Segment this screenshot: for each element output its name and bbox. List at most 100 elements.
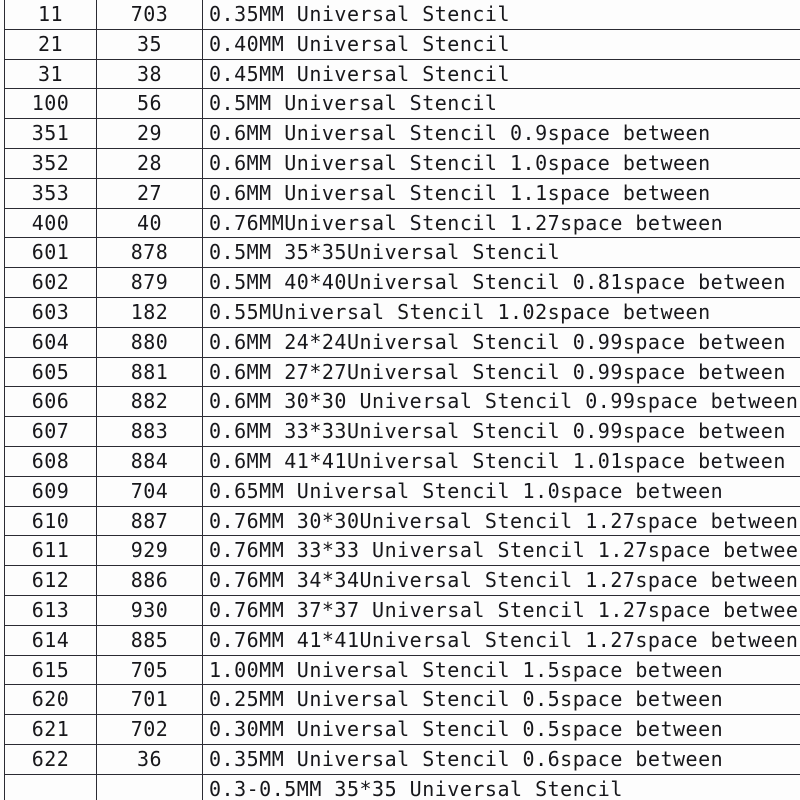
cell-code[interactable]: 21 xyxy=(4,28,97,60)
cell-quantity[interactable]: 36 xyxy=(96,743,203,775)
cell-code[interactable]: 609 xyxy=(4,475,97,507)
cell-description[interactable]: 0.45MM Universal Stencil xyxy=(202,58,800,90)
cell-description[interactable]: 0.40MM Universal Stencil xyxy=(202,28,800,60)
cell-description[interactable]: 0.76MM 33*33 Universal Stencil 1.27space… xyxy=(202,535,800,567)
cell-description[interactable]: 0.76MM 30*30Universal Stencil 1.27space … xyxy=(202,505,800,537)
cell-description[interactable]: 1.00MM Universal Stencil 1.5space betwee… xyxy=(202,654,800,686)
table-row[interactable]: 353 27 0.6MM Universal Stencil 1.1space be… xyxy=(4,177,800,209)
cell-description[interactable]: 0.76MMUniversal Stencil 1.27space betwee… xyxy=(202,207,800,239)
cell-description[interactable]: 0.65MM Universal Stencil 1.0space betwee… xyxy=(202,475,800,507)
table-row[interactable]: 11 703 0.35MM Universal Stencil xyxy=(4,0,800,30)
cell-quantity[interactable]: 29 xyxy=(96,118,203,149)
cell-code[interactable]: 353 xyxy=(4,177,97,209)
cell-code[interactable]: 100 xyxy=(4,88,97,120)
table-row[interactable]: 606 882 0.6MM 30*30 Universal Stencil 0.99… xyxy=(4,386,800,418)
table-row[interactable]: 609 704 0.65MM Universal Stencil 1.0space … xyxy=(4,475,800,507)
cell-code[interactable]: 602 xyxy=(4,267,97,298)
cell-quantity[interactable]: 56 xyxy=(96,88,203,120)
cell-quantity[interactable]: 703 xyxy=(96,0,203,30)
cell-quantity[interactable]: 886 xyxy=(96,565,203,596)
cell-description[interactable]: 0.6MM 30*30 Universal Stencil 0.99space … xyxy=(202,386,800,418)
cell-quantity[interactable]: 883 xyxy=(96,416,203,447)
table-row[interactable]: 614 885 0.76MM 41*41Universal Stencil 1.27… xyxy=(4,624,800,656)
cell-code[interactable]: 610 xyxy=(4,505,97,537)
table-row[interactable]: 603 182 0.55MUniversal Stencil 1.02space b… xyxy=(4,296,800,328)
cell-quantity[interactable]: 879 xyxy=(96,267,203,298)
cell-description[interactable]: 0.76MM 37*37 Universal Stencil 1.27space… xyxy=(202,594,800,626)
table-row[interactable]: 613 930 0.76MM 37*37 Universal Stencil 1.2… xyxy=(4,594,800,626)
cell-quantity[interactable]: 35 xyxy=(96,28,203,60)
cell-code[interactable]: 601 xyxy=(4,237,97,269)
cell-description[interactable]: 0.76MM 41*41Universal Stencil 1.27space … xyxy=(202,624,800,656)
cell-description[interactable]: 0.6MM 41*41Universal Stencil 1.01space b… xyxy=(202,445,800,477)
cell-code[interactable]: 607 xyxy=(4,416,97,447)
cell-description[interactable]: 0.55MUniversal Stencil 1.02space between xyxy=(202,296,800,328)
cell-quantity[interactable]: 704 xyxy=(96,475,203,507)
cell-code[interactable]: 620 xyxy=(4,684,97,716)
cell-code[interactable]: 622 xyxy=(4,743,97,775)
cell-quantity[interactable]: 182 xyxy=(96,296,203,328)
cell-quantity[interactable]: 38 xyxy=(96,58,203,90)
cell-quantity[interactable]: 885 xyxy=(96,624,203,656)
cell-code[interactable]: 614 xyxy=(4,624,97,656)
table-row[interactable]: 607 883 0.6MM 33*33Universal Stencil 0.99s… xyxy=(4,416,800,447)
table-row[interactable]: 100 56 0.5MM Universal Stencil xyxy=(4,88,800,120)
cell-description[interactable]: 0.76MM 34*34Universal Stencil 1.27space … xyxy=(202,565,800,596)
cell-quantity[interactable]: 705 xyxy=(96,654,203,686)
cell-code[interactable]: 613 xyxy=(4,594,97,626)
cell-quantity[interactable]: 27 xyxy=(96,177,203,209)
cell-description[interactable]: 0.6MM 27*27Universal Stencil 0.99space b… xyxy=(202,356,800,388)
cell-description[interactable]: 0.6MM Universal Stencil 0.9space between xyxy=(202,118,800,149)
cell-code[interactable]: 604 xyxy=(4,326,97,358)
cell-description[interactable]: 0.35MM Universal Stencil xyxy=(202,0,800,30)
cell-quantity[interactable]: 40 xyxy=(96,207,203,239)
cell-code[interactable]: 31 xyxy=(4,58,97,90)
cell-quantity[interactable]: 28 xyxy=(96,147,203,179)
cell-description[interactable]: 0.6MM Universal Stencil 1.0space between xyxy=(202,147,800,179)
cell-code[interactable]: 605 xyxy=(4,356,97,388)
table-row[interactable]: 31 38 0.45MM Universal Stencil xyxy=(4,58,800,90)
cell-code[interactable]: 608 xyxy=(4,445,97,477)
table-row[interactable]: 400 40 0.76MMUniversal Stencil 1.27space b… xyxy=(4,207,800,239)
cell-quantity[interactable]: 930 xyxy=(96,594,203,626)
table-row[interactable]: 608 884 0.6MM 41*41Universal Stencil 1.01s… xyxy=(4,445,800,477)
cell-description[interactable]: 0.30MM Universal Stencil 0.5space betwee… xyxy=(202,714,800,745)
cell-description[interactable]: 0.6MM 33*33Universal Stencil 0.99space b… xyxy=(202,416,800,447)
cell-description[interactable]: 0.5MM Universal Stencil xyxy=(202,88,800,120)
cell-code[interactable]: 400 xyxy=(4,207,97,239)
cell-description[interactable]: 0.25MM Universal Stencil 0.5space betwee… xyxy=(202,684,800,716)
table-row[interactable]: 604 880 0.6MM 24*24Universal Stencil 0.99s… xyxy=(4,326,800,358)
table-row[interactable]: 622 36 0.35MM Universal Stencil 0.6space b… xyxy=(4,743,800,775)
cell-quantity[interactable]: 878 xyxy=(96,237,203,269)
cell-description[interactable]: 0.6MM 24*24Universal Stencil 0.99space b… xyxy=(202,326,800,358)
cell-description[interactable]: 0.5MM 35*35Universal Stencil xyxy=(202,237,800,269)
cell-quantity[interactable]: 884 xyxy=(96,445,203,477)
cell-quantity[interactable]: 929 xyxy=(96,535,203,567)
table-row[interactable]: 611 929 0.76MM 33*33 Universal Stencil 1.2… xyxy=(4,535,800,567)
cell-description[interactable]: 0.6MM Universal Stencil 1.1space between xyxy=(202,177,800,209)
cell-code[interactable]: 606 xyxy=(4,386,97,418)
table-row[interactable]: 351 29 0.6MM Universal Stencil 0.9space be… xyxy=(4,118,800,149)
table-row[interactable]: 0.3-0.5MM 35*35 Universal Stencil xyxy=(4,773,800,800)
table-row[interactable]: 615 705 1.00MM Universal Stencil 1.5space … xyxy=(4,654,800,686)
table-row[interactable]: 352 28 0.6MM Universal Stencil 1.0space be… xyxy=(4,147,800,179)
cell-code[interactable]: 615 xyxy=(4,654,97,686)
cell-description[interactable]: 0.5MM 40*40Universal Stencil 0.81space b… xyxy=(202,267,800,298)
cell-code[interactable]: 621 xyxy=(4,714,97,745)
cell-code[interactable]: 612 xyxy=(4,565,97,596)
table-row[interactable]: 612 886 0.76MM 34*34Universal Stencil 1.27… xyxy=(4,565,800,596)
cell-description[interactable]: 0.3-0.5MM 35*35 Universal Stencil xyxy=(202,773,800,800)
cell-quantity[interactable]: 882 xyxy=(96,386,203,418)
cell-quantity[interactable]: 881 xyxy=(96,356,203,388)
cell-code[interactable]: 611 xyxy=(4,535,97,567)
cell-code[interactable]: 352 xyxy=(4,147,97,179)
cell-code[interactable] xyxy=(4,773,97,800)
table-row[interactable]: 21 35 0.40MM Universal Stencil xyxy=(4,28,800,60)
cell-quantity[interactable]: 887 xyxy=(96,505,203,537)
cell-code[interactable]: 11 xyxy=(4,0,97,30)
table-row[interactable]: 605 881 0.6MM 27*27Universal Stencil 0.99s… xyxy=(4,356,800,388)
table-row[interactable]: 621 702 0.30MM Universal Stencil 0.5space … xyxy=(4,714,800,745)
cell-quantity[interactable] xyxy=(96,773,203,800)
table-row[interactable]: 601 878 0.5MM 35*35Universal Stencil xyxy=(4,237,800,269)
table-row[interactable]: 620 701 0.25MM Universal Stencil 0.5space … xyxy=(4,684,800,716)
